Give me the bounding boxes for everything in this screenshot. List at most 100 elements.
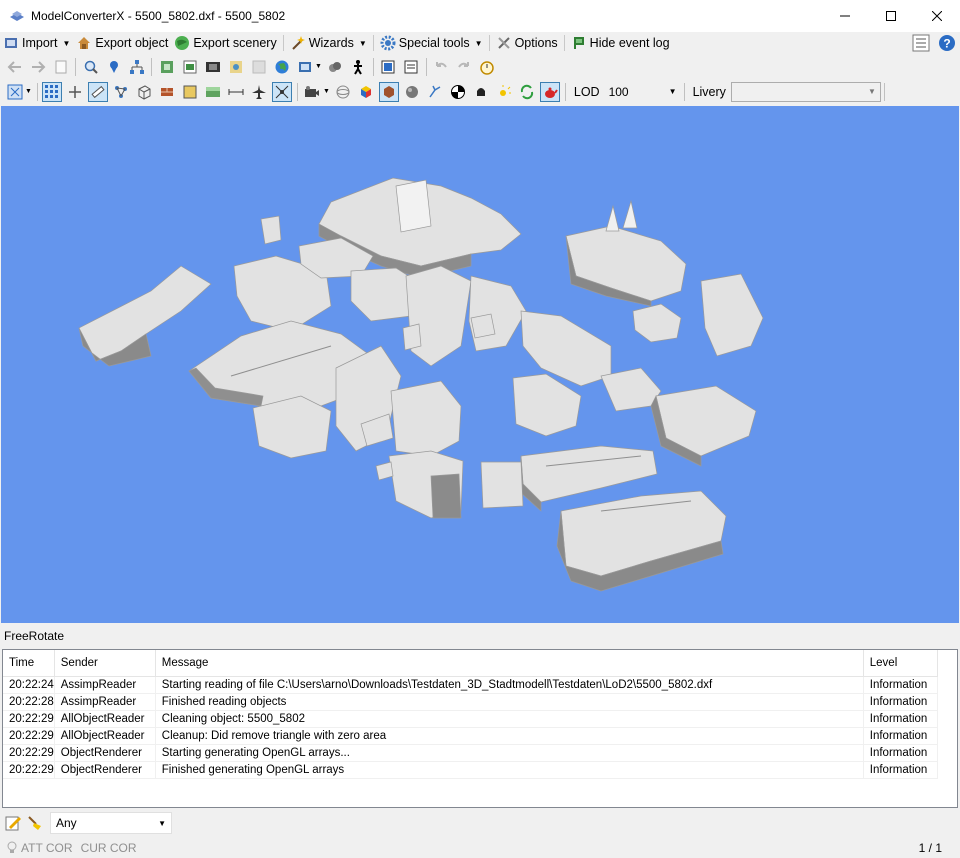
- hierarchy-icon[interactable]: [127, 57, 147, 77]
- building: [390, 380, 462, 457]
- properties-icon[interactable]: [401, 57, 421, 77]
- options-menu[interactable]: Options: [493, 32, 561, 54]
- grid-icon[interactable]: [42, 81, 63, 102]
- cell-time: 20:22:29: [3, 744, 55, 762]
- dropdown-arrow-icon[interactable]: ▼: [475, 39, 483, 48]
- column-header-time[interactable]: Time: [3, 650, 55, 677]
- bulb-icon: [7, 841, 17, 853]
- clouds-icon[interactable]: [325, 57, 345, 77]
- bell-icon[interactable]: [471, 82, 491, 102]
- ruler-icon[interactable]: [88, 81, 109, 102]
- disabled-picture-icon[interactable]: [249, 57, 269, 77]
- column-header-level[interactable]: Level: [863, 650, 938, 677]
- chevron-down-icon: ▼: [868, 87, 876, 96]
- help-icon[interactable]: ?: [938, 34, 956, 52]
- terrain-icon[interactable]: [203, 82, 223, 102]
- figure-icon[interactable]: [348, 57, 368, 77]
- cell-sender: ObjectRenderer: [54, 744, 156, 762]
- cell-level: Information: [863, 761, 938, 779]
- import-menu[interactable]: Import ▼: [0, 32, 73, 54]
- table-row[interactable]: 20:22:29 AllObjectReader Cleanup: Did remo…: [3, 727, 938, 745]
- airplane-icon[interactable]: [249, 82, 269, 102]
- livery-select[interactable]: ▼: [730, 81, 881, 102]
- cell-time: 20:22:29: [3, 761, 55, 779]
- event-log-icon: [573, 37, 584, 49]
- forward-arrow-icon[interactable]: [28, 57, 48, 77]
- cell-time: 20:22:29: [3, 710, 55, 728]
- redo-icon[interactable]: [454, 57, 474, 77]
- import-label: Import: [22, 36, 58, 50]
- dropdown-arrow-icon[interactable]: ▼: [315, 63, 322, 70]
- model-viewport[interactable]: [1, 106, 959, 623]
- cube-icon[interactable]: [134, 82, 154, 102]
- image-edit-icon[interactable]: [180, 57, 200, 77]
- toolbar-separator: [151, 57, 152, 76]
- back-arrow-icon[interactable]: [5, 57, 25, 77]
- picture-icon[interactable]: [226, 57, 246, 77]
- bones-icon[interactable]: [425, 82, 445, 102]
- cell-level: Information: [863, 744, 938, 762]
- undo-icon[interactable]: [431, 57, 451, 77]
- table-row[interactable]: 20:22:24 AssimpReader Starting reading of …: [3, 676, 938, 694]
- cell-sender: AssimpReader: [54, 676, 156, 694]
- texture-icon[interactable]: [157, 57, 177, 77]
- color-cube-icon[interactable]: [356, 82, 376, 102]
- toolbar-separator: [564, 82, 566, 101]
- column-header-message[interactable]: Message: [155, 650, 864, 677]
- column-header-sender[interactable]: Sender: [54, 650, 156, 677]
- wizards-menu[interactable]: Wizards ▼: [287, 32, 370, 54]
- table-row[interactable]: 20:22:29 ObjectRenderer Finished generatin…: [3, 761, 938, 779]
- screenshot-icon[interactable]: [378, 57, 398, 77]
- dropdown-arrow-icon[interactable]: ▼: [62, 39, 70, 48]
- dimension-icon[interactable]: [226, 82, 246, 102]
- title-bar: ModelConverterX - 5500_5802.dxf - 5500_5…: [0, 0, 960, 32]
- broom-icon[interactable]: [26, 814, 44, 832]
- hide-event-log-label: Hide event log: [589, 36, 670, 50]
- special-tools-menu[interactable]: Special tools ▼: [377, 32, 486, 54]
- table-row[interactable]: 20:22:29 AllObjectReader Cleaning object: …: [3, 710, 938, 728]
- brick-icon[interactable]: [157, 82, 177, 102]
- earth-icon[interactable]: [272, 57, 292, 77]
- cell-message: Starting generating OpenGL arrays...: [155, 744, 864, 762]
- menu-separator: [372, 35, 374, 51]
- dropdown-arrow-icon[interactable]: ▼: [25, 88, 32, 95]
- stopwatch-icon[interactable]: [477, 57, 497, 77]
- dropdown-arrow-icon[interactable]: ▼: [359, 39, 367, 48]
- settings-panel-icon[interactable]: [912, 34, 930, 52]
- checker-icon[interactable]: [448, 82, 468, 102]
- maximize-button[interactable]: [868, 0, 914, 32]
- level-filter-select[interactable]: Any ▼: [50, 812, 172, 834]
- livery-label: Livery: [692, 84, 726, 99]
- notepad-icon[interactable]: [4, 814, 22, 832]
- move-points-icon[interactable]: [272, 81, 293, 102]
- refresh-icon[interactable]: [517, 82, 537, 102]
- document-icon[interactable]: [51, 57, 71, 77]
- export-object-menu[interactable]: Export object: [73, 32, 171, 54]
- camera-icon[interactable]: [302, 82, 322, 102]
- fit-view-icon[interactable]: [5, 82, 25, 102]
- textured-cube-icon[interactable]: [379, 81, 400, 102]
- dropdown-arrow-icon[interactable]: ▼: [323, 88, 330, 95]
- film-icon[interactable]: [203, 57, 223, 77]
- table-row[interactable]: 20:22:29 ObjectRenderer Starting generatin…: [3, 744, 938, 762]
- close-button[interactable]: [914, 0, 960, 32]
- sphere-icon[interactable]: [402, 82, 422, 102]
- table-row[interactable]: 20:22:28 AssimpReader Finished reading obj…: [3, 693, 938, 711]
- hide-event-log-menu[interactable]: Hide event log: [568, 32, 673, 54]
- cursor-status: CUR COR: [80, 840, 137, 855]
- location-pin-icon[interactable]: [104, 57, 124, 77]
- network-icon[interactable]: [111, 82, 131, 102]
- toolbar-separator: [36, 82, 38, 101]
- transform-icon[interactable]: [65, 82, 85, 102]
- building: [470, 313, 496, 339]
- lod-select[interactable]: 100 ▼: [604, 81, 681, 102]
- minimize-button[interactable]: [822, 0, 868, 32]
- lights-icon[interactable]: [494, 82, 514, 102]
- map-layer-icon[interactable]: [295, 57, 315, 77]
- sphere-wire-icon[interactable]: [333, 82, 353, 102]
- teapot-icon[interactable]: [540, 81, 561, 102]
- material-icon[interactable]: [180, 82, 200, 102]
- export-scenery-menu[interactable]: Export scenery: [171, 32, 279, 54]
- window-title: ModelConverterX - 5500_5802.dxf - 5500_5…: [31, 9, 286, 23]
- magnifier-icon[interactable]: [81, 57, 101, 77]
